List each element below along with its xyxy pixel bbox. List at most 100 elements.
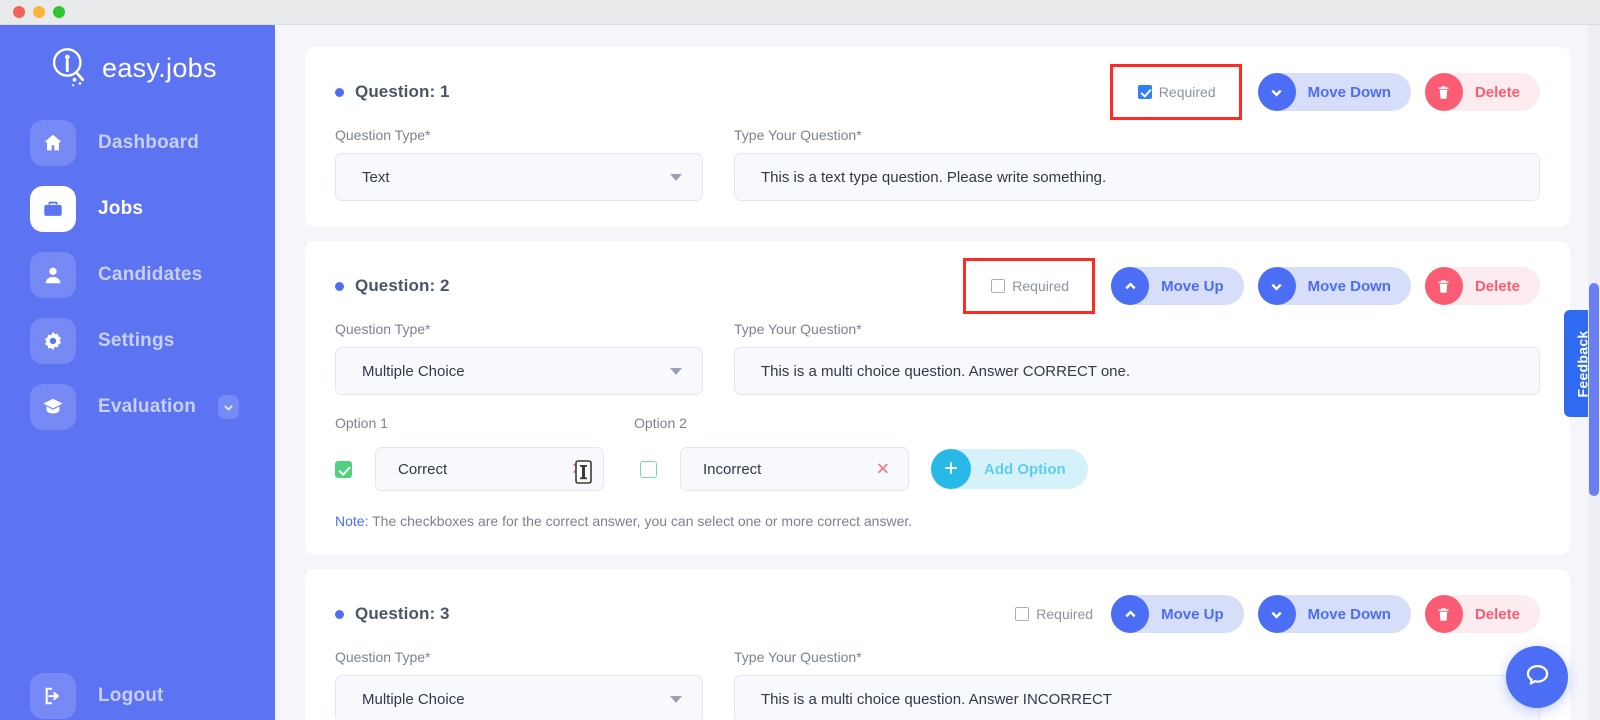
add-option-button[interactable]: + Add Option [931,449,1088,489]
required-checkbox-wrap[interactable]: Required [1011,604,1097,624]
chat-support-button[interactable] [1506,646,1568,708]
option-2-remove-icon[interactable]: ✕ [876,461,890,478]
sidebar-item-dashboard[interactable]: Dashboard [0,119,275,167]
chevron-down-icon [670,696,682,703]
sidebar-item-jobs[interactable]: Jobs [0,185,275,233]
home-icon [30,120,76,166]
question-card-header: Question: 2 Required Move Up Move Down D… [335,258,1540,314]
question-type-select[interactable]: Text [335,153,703,201]
question-text-label: Type Your Question* [734,127,862,143]
page-scrollbar-track[interactable] [1588,25,1600,720]
move-up-button[interactable]: Move Up [1111,267,1244,305]
add-option-label: Add Option [984,460,1066,478]
chevron-down-icon [670,368,682,375]
option-labels-row: Option 1 Option 2 [335,415,1540,431]
question-title: Question: 1 [335,82,450,102]
question-type-value: Multiple Choice [362,690,465,708]
required-checkbox[interactable] [1015,607,1030,621]
question-card-header: Question: 1 Required Move Down Delete [335,64,1540,120]
option-2-label: Option 2 [634,415,687,431]
plus-icon: + [931,449,971,489]
option-2-input[interactable]: Incorrect ✕ [680,447,909,491]
question-text-value: This is a text type question. Please wri… [761,168,1107,186]
window-maximize-button[interactable] [53,6,65,18]
question-bullet-icon [335,609,344,619]
question-card: Question: 2 Required Move Up Move Down D… [305,241,1570,555]
question-text-label: Type Your Question* [734,649,862,665]
move-down-label: Move Down [1307,83,1391,101]
move-down-button[interactable]: Move Down [1257,595,1411,633]
option-2-correct-checkbox[interactable] [640,460,657,478]
sidebar-label-logout: Logout [98,685,164,706]
delete-label: Delete [1474,83,1520,101]
question-text-label: Type Your Question* [734,321,862,337]
window-close-button[interactable] [13,6,25,18]
sidebar-item-logout[interactable]: Logout [0,672,164,720]
move-down-button[interactable]: Move Down [1257,73,1411,111]
sidebar: easy.jobs Dashboard Jobs Candidates Sett… [0,25,275,720]
chevron-up-icon [1111,595,1150,633]
brand-logo[interactable]: easy.jobs [0,25,275,89]
question-text-field: Type Your Question* This is a multi choi… [734,321,1540,395]
question-bullet-icon [335,281,344,291]
required-label: Required [1012,278,1070,294]
move-up-label: Move Up [1161,605,1224,623]
option-1-label: Option 1 [335,415,388,431]
trash-icon [1424,73,1463,111]
briefcase-icon [30,186,76,232]
question-text-field: Type Your Question* This is a text type … [734,127,1540,201]
trash-icon [1424,267,1463,305]
question-fields: Question Type* Multiple Choice Type Your… [335,649,1540,720]
question-title-text: Question: 1 [355,82,450,101]
window-minimize-button[interactable] [33,6,45,18]
question-fields: Question Type* Multiple Choice Type Your… [335,321,1540,395]
option-1-correct-checkbox[interactable] [335,460,352,478]
options-note: Note: The checkboxes are for the correct… [335,513,1540,529]
question-title-text: Question: 2 [355,276,450,295]
option-1-remove-icon[interactable]: ✕ [571,461,585,478]
question-type-select[interactable]: Multiple Choice [335,675,703,720]
required-checkbox-highlight[interactable]: Required [1109,64,1242,120]
sidebar-item-evaluation[interactable]: Evaluation [0,383,275,431]
question-text-input[interactable]: This is a multi choice question. Answer … [734,675,1540,720]
move-down-label: Move Down [1307,605,1391,623]
chevron-up-icon [1111,267,1150,305]
required-checkbox[interactable] [1137,85,1152,99]
delete-question-button[interactable]: Delete [1424,267,1540,305]
question-text-input[interactable]: This is a multi choice question. Answer … [734,347,1540,395]
question-text-input[interactable]: This is a text type question. Please wri… [734,153,1540,201]
sidebar-label-candidates: Candidates [98,264,203,285]
delete-question-button[interactable]: Delete [1424,73,1540,111]
move-down-button[interactable]: Move Down [1257,267,1411,305]
chevron-down-icon [1257,595,1296,633]
required-label: Required [1036,606,1094,622]
window-titlebar [0,0,1600,25]
sidebar-item-candidates[interactable]: Candidates [0,251,275,299]
sidebar-label-evaluation: Evaluation [98,396,197,417]
option-1-input[interactable]: Correct ✕ [375,447,604,491]
question-type-select[interactable]: Multiple Choice [335,347,703,395]
sidebar-nav: Dashboard Jobs Candidates Settings Evalu… [0,119,275,719]
required-checkbox[interactable] [991,279,1006,293]
move-up-button[interactable]: Move Up [1111,595,1244,633]
trash-icon [1424,595,1463,633]
sidebar-item-settings[interactable]: Settings [0,317,275,365]
sidebar-label-settings: Settings [98,330,175,351]
question-actions: Required Move Down Delete [1109,64,1540,120]
question-text-value: This is a multi choice question. Answer … [761,690,1112,708]
delete-label: Delete [1474,605,1520,623]
delete-question-button[interactable]: Delete [1424,595,1540,633]
question-title: Question: 2 [335,276,450,296]
question-text-field: Type Your Question* This is a multi choi… [734,649,1540,720]
page-scrollbar-thumb[interactable] [1589,283,1599,496]
required-checkbox-highlight[interactable]: Required [963,258,1096,314]
question-type-label: Question Type* [335,321,431,337]
question-type-field: Question Type* Multiple Choice [335,321,703,395]
question-card: Question: 1 Required Move Down Delete Qu… [305,47,1570,227]
option-1-value: Correct [398,460,448,478]
question-card-header: Question: 3 Required Move Up Move Down D… [335,595,1540,633]
option-2-value: Incorrect [703,460,762,478]
question-type-value: Text [362,168,390,186]
chevron-down-icon[interactable] [218,395,239,419]
move-up-label: Move Up [1161,277,1224,295]
